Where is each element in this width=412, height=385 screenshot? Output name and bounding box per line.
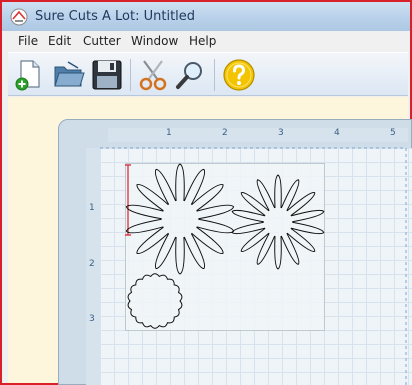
flower-shape-medium[interactable] — [231, 174, 325, 270]
petal-outline — [240, 192, 270, 217]
petal-outline — [136, 183, 169, 212]
petal-outline — [154, 233, 177, 270]
petal-outline — [125, 218, 164, 234]
selection-marker — [125, 164, 131, 236]
petal-outline — [154, 168, 177, 205]
petal-outline — [175, 163, 185, 202]
design-shapes — [125, 163, 325, 329]
petal-outline — [274, 174, 282, 209]
flower-shape-large[interactable] — [125, 163, 235, 275]
petal-outline — [274, 235, 282, 270]
petal-outline — [286, 192, 316, 217]
petal-outline — [183, 233, 206, 270]
petal-outline — [256, 233, 276, 265]
petal-outline — [175, 236, 185, 275]
petal-outline — [196, 204, 235, 220]
petal-outline — [280, 233, 300, 265]
petal-outline — [136, 226, 169, 255]
petal-outline — [256, 179, 276, 211]
petal-outline — [125, 204, 164, 220]
petal-outline — [196, 218, 235, 234]
petal-outline — [191, 183, 224, 212]
scalloped-circle-shape[interactable] — [127, 273, 183, 329]
petal-outline — [183, 168, 206, 205]
petal-outline — [240, 227, 270, 252]
scallop-outline — [127, 273, 183, 329]
petal-outline — [286, 227, 316, 252]
petal-outline — [280, 179, 300, 211]
petal-outline — [191, 226, 224, 255]
